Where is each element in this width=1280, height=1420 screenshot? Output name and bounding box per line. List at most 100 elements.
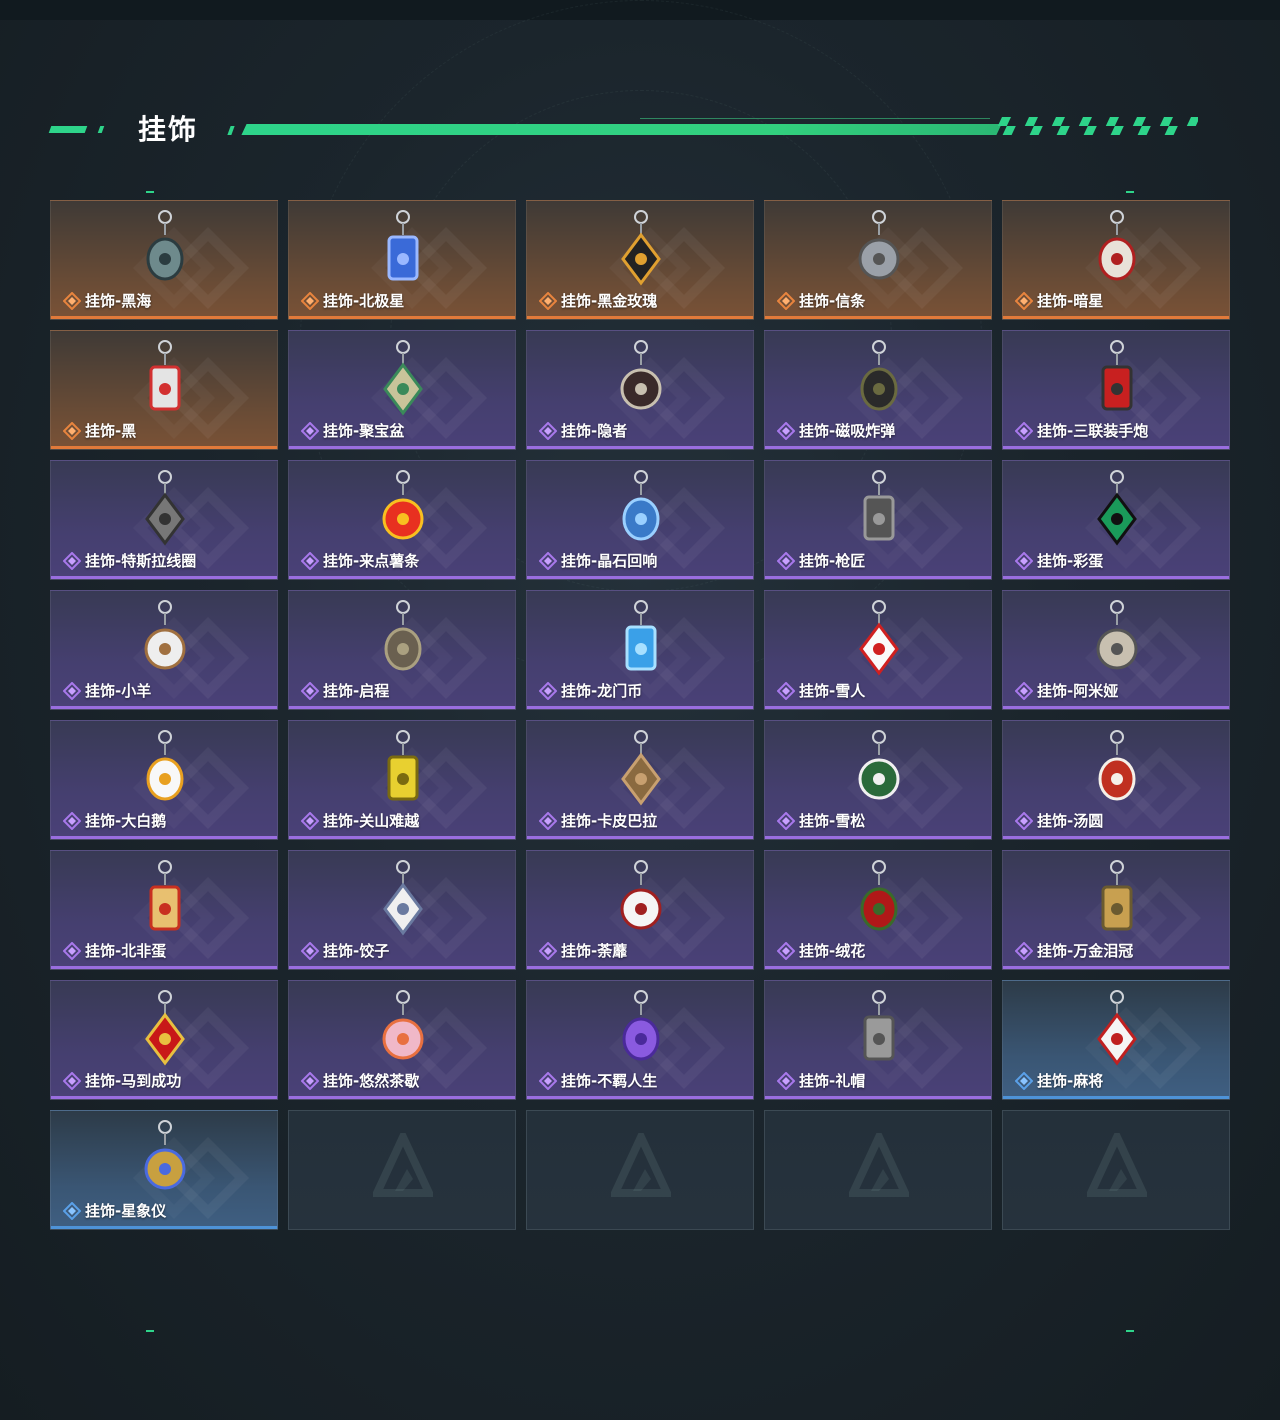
pendant-card[interactable]: 挂饰-大白鹅 [50, 720, 278, 840]
page-title: 挂饰 [138, 113, 199, 146]
pendant-name: 挂饰-龙门币 [561, 682, 643, 700]
header-thin-line [640, 118, 990, 119]
pendant-name: 挂饰-彩蛋 [1037, 552, 1104, 570]
pendant-card[interactable]: 挂饰-北极星 [288, 200, 516, 320]
purple-rarity-icon [777, 422, 795, 440]
pendant-grid: 挂饰-黑海 挂饰-北极星 挂饰-黑金玫瑰 挂饰-信条 挂饰-暗星 挂饰-黑 挂饰-聚宝盆 挂饰… [50, 200, 1230, 1230]
pendant-card[interactable]: 挂饰-特斯拉线圈 [50, 460, 278, 580]
rarity-bar [527, 836, 753, 839]
rarity-bar [51, 966, 277, 969]
sneaker-pendant-icon [622, 990, 660, 1061]
pendant-card[interactable]: 挂饰-饺子 [288, 850, 516, 970]
pendant-card[interactable]: 挂饰-小羊 [50, 590, 278, 710]
orange-rarity-icon [63, 422, 81, 440]
rarity-bar [527, 966, 753, 969]
pendant-name: 挂饰-万金泪冠 [1037, 942, 1134, 960]
purple-rarity-icon [1015, 942, 1033, 960]
purple-rarity-icon [63, 812, 81, 830]
pendant-name: 挂饰-来点薯条 [323, 552, 420, 570]
pendant-name: 挂饰-特斯拉线圈 [85, 552, 197, 570]
header-accent [48, 126, 88, 133]
pendant-card[interactable]: 挂饰-卡皮巴拉 [526, 720, 754, 840]
rarity-bar [289, 316, 515, 319]
pendant-card[interactable]: 挂饰-三联装手炮 [1002, 330, 1230, 450]
rarity-bar [289, 706, 515, 709]
snowman-pendant-icon [859, 600, 899, 676]
empty-slot [288, 1110, 516, 1230]
pendant-card[interactable]: 挂饰-彩蛋 [1002, 460, 1230, 580]
pendant-card[interactable]: 挂饰-龙门币 [526, 590, 754, 710]
tesla-coil-icon [145, 470, 185, 546]
pendant-card[interactable]: 挂饰-晶石回响 [526, 460, 754, 580]
pendant-card[interactable]: 挂饰-汤圆 [1002, 720, 1230, 840]
pendant-card[interactable]: 挂饰-信条 [764, 200, 992, 320]
checker-pattern [997, 117, 1198, 135]
rarity-bar [527, 576, 753, 579]
tag-pendant-icon [149, 340, 181, 411]
pendant-name: 挂饰-北极星 [323, 292, 405, 310]
pendant-card[interactable]: 挂饰-绒花 [764, 850, 992, 970]
pendant-card[interactable]: 挂饰-礼帽 [764, 980, 992, 1100]
pendant-card[interactable]: 挂饰-万金泪冠 [1002, 850, 1230, 970]
pendant-card[interactable]: 挂饰-北非蛋 [50, 850, 278, 970]
pendant-name: 挂饰-三联装手炮 [1037, 422, 1149, 440]
rarity-bar [51, 446, 277, 449]
empty-slot [526, 1110, 754, 1230]
purple-rarity-icon [777, 812, 795, 830]
rarity-bar [289, 576, 515, 579]
pendant-card[interactable]: 挂饰-荼蘼 [526, 850, 754, 970]
rarity-bar [527, 706, 753, 709]
pendant-card[interactable]: 挂饰-雪松 [764, 720, 992, 840]
corner-mark [146, 191, 154, 193]
pendant-card[interactable]: 挂饰-隐者 [526, 330, 754, 450]
rarity-bar [765, 576, 991, 579]
pendant-card[interactable]: 挂饰-聚宝盆 [288, 330, 516, 450]
pendant-name: 挂饰-信条 [799, 292, 866, 310]
dumplings-plate-icon [383, 860, 423, 936]
empty-slot-logo-icon [373, 1133, 433, 1197]
rose-pendant-icon [621, 210, 661, 286]
rarity-bar [289, 836, 515, 839]
pendant-card[interactable]: 挂饰-磁吸炸弹 [764, 330, 992, 450]
pendant-card[interactable]: 挂饰-黑 [50, 330, 278, 450]
rarity-bar [1003, 1096, 1229, 1099]
purple-rarity-icon [539, 812, 557, 830]
corner-mark [146, 1330, 154, 1332]
pendant-card[interactable]: 挂饰-不羁人生 [526, 980, 754, 1100]
pendant-card[interactable]: 挂饰-关山难越 [288, 720, 516, 840]
rarity-bar [1003, 576, 1229, 579]
pendant-card[interactable]: 挂饰-马到成功 [50, 980, 278, 1100]
pendant-card[interactable]: 挂饰-悠然茶歇 [288, 980, 516, 1100]
pendant-card[interactable]: 挂饰-枪匠 [764, 460, 992, 580]
header-accent [97, 126, 105, 133]
rarity-bar [51, 836, 277, 839]
rarity-bar [527, 316, 753, 319]
rarity-bar [765, 836, 991, 839]
pendant-card[interactable]: 挂饰-暗星 [1002, 200, 1230, 320]
pendant-card[interactable]: 挂饰-雪人 [764, 590, 992, 710]
pendant-name: 挂饰-礼帽 [799, 1072, 866, 1090]
rarity-bar [765, 1096, 991, 1099]
pendant-card[interactable]: 挂饰-启程 [288, 590, 516, 710]
empty-slot-logo-icon [849, 1133, 909, 1197]
egg-pendant-icon [1097, 470, 1137, 546]
pendant-card[interactable]: 挂饰-阿米娅 [1002, 590, 1230, 710]
pendant-name: 挂饰-黑海 [85, 292, 152, 310]
pine-tree-pendant-icon [858, 730, 900, 800]
card-pendant-icon [620, 340, 662, 410]
pendant-name: 挂饰-小羊 [85, 682, 152, 700]
pendant-card[interactable]: 挂饰-来点薯条 [288, 460, 516, 580]
purple-rarity-icon [539, 422, 557, 440]
gunsmith-pendant-icon [863, 470, 895, 541]
pendant-card[interactable]: 挂饰-黑金玫瑰 [526, 200, 754, 320]
pendant-card[interactable]: 挂饰-黑海 [50, 200, 278, 320]
rarity-bar [765, 316, 991, 319]
pendant-name: 挂饰-卡皮巴拉 [561, 812, 658, 830]
purple-rarity-icon [1015, 682, 1033, 700]
pendant-card[interactable]: 挂饰-麻将 [1002, 980, 1230, 1100]
rarity-bar [1003, 966, 1229, 969]
purple-rarity-icon [301, 942, 319, 960]
crystal-pendant-icon [622, 470, 660, 541]
rarity-bar [765, 446, 991, 449]
pendant-card[interactable]: 挂饰-星象仪 [50, 1110, 278, 1230]
